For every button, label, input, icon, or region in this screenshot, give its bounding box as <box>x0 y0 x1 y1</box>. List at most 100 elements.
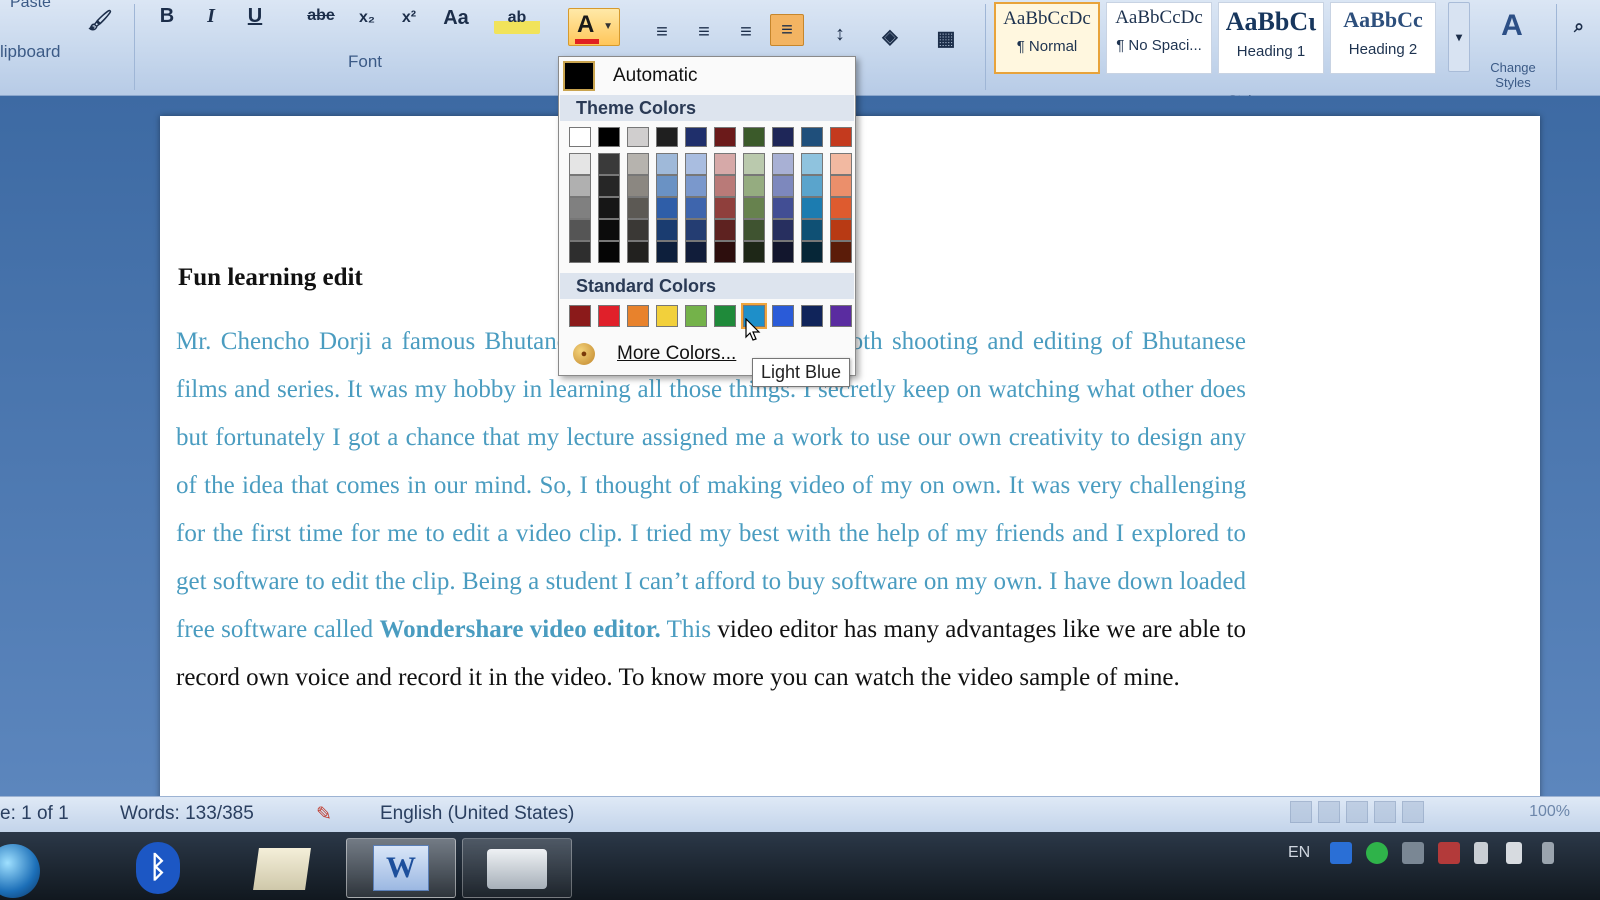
align-right-icon[interactable]: ≡ <box>730 16 762 48</box>
word-taskbar-button[interactable]: W <box>346 838 456 898</box>
theme-color-shade[interactable] <box>627 241 649 263</box>
antivirus-icon[interactable] <box>1366 842 1388 864</box>
theme-color-swatch[interactable] <box>714 127 736 147</box>
alert-icon[interactable] <box>1438 842 1460 864</box>
theme-color-swatch[interactable] <box>569 127 591 147</box>
theme-color-shade[interactable] <box>569 175 591 197</box>
volume-icon[interactable] <box>1474 842 1488 864</box>
theme-color-shade[interactable] <box>598 219 620 241</box>
theme-color-swatch[interactable] <box>598 127 620 147</box>
theme-color-shade[interactable] <box>743 197 765 219</box>
theme-color-shade[interactable] <box>569 241 591 263</box>
theme-color-shade[interactable] <box>714 219 736 241</box>
theme-color-shade[interactable] <box>743 241 765 263</box>
theme-color-swatch[interactable] <box>772 127 794 147</box>
standard-color-swatch[interactable] <box>569 305 591 327</box>
language-indicator[interactable]: English (United States) <box>380 803 574 825</box>
theme-color-shade[interactable] <box>772 219 794 241</box>
underline-button[interactable]: U <box>240 0 270 32</box>
theme-color-shade[interactable] <box>656 153 678 175</box>
standard-color-swatch[interactable] <box>685 305 707 327</box>
subscript-button[interactable]: x₂ <box>350 2 384 34</box>
theme-color-swatch[interactable] <box>801 127 823 147</box>
theme-color-shade[interactable] <box>714 197 736 219</box>
chevron-down-icon[interactable]: ▼ <box>603 21 613 32</box>
bluetooth-icon[interactable]: ᛒ <box>128 838 188 898</box>
standard-color-swatch[interactable] <box>714 305 736 327</box>
bold-button[interactable]: B <box>152 0 182 32</box>
theme-color-shade[interactable] <box>685 219 707 241</box>
theme-color-shade[interactable] <box>743 219 765 241</box>
theme-color-shade[interactable] <box>656 175 678 197</box>
theme-color-shade[interactable] <box>772 153 794 175</box>
styles-scroll-icon[interactable]: ▾ <box>1448 2 1470 72</box>
theme-color-swatch[interactable] <box>685 127 707 147</box>
theme-color-swatch[interactable] <box>656 127 678 147</box>
superscript-button[interactable]: x² <box>392 2 426 34</box>
outline-icon[interactable] <box>1374 801 1396 823</box>
paste-label[interactable]: Paste <box>10 0 51 12</box>
theme-color-shade[interactable] <box>801 175 823 197</box>
theme-color-shade[interactable] <box>627 175 649 197</box>
zoom-level[interactable]: 100% <box>1529 803 1570 821</box>
theme-color-shade[interactable] <box>627 219 649 241</box>
theme-color-shade[interactable] <box>714 175 736 197</box>
word-count[interactable]: Words: 133/385 <box>120 803 254 825</box>
align-center-icon[interactable]: ≡ <box>688 16 720 48</box>
standard-color-swatch[interactable] <box>801 305 823 327</box>
theme-color-shade[interactable] <box>743 175 765 197</box>
standard-color-swatch[interactable] <box>772 305 794 327</box>
theme-color-shade[interactable] <box>830 153 852 175</box>
style-normal[interactable]: AaBbCcDc ¶ Normal <box>994 2 1100 74</box>
line-spacing-icon[interactable]: ↕ <box>818 18 862 50</box>
shading-icon[interactable]: ◈ <box>870 20 910 52</box>
theme-color-shade[interactable] <box>830 197 852 219</box>
font-color-button[interactable]: A ▼ <box>568 8 620 46</box>
standard-color-swatch[interactable] <box>627 305 649 327</box>
theme-color-shade[interactable] <box>801 153 823 175</box>
theme-color-shade[interactable] <box>801 219 823 241</box>
print-layout-icon[interactable] <box>1290 801 1312 823</box>
theme-color-shade[interactable] <box>685 175 707 197</box>
justify-icon[interactable]: ≡ <box>770 14 804 46</box>
standard-color-swatch[interactable] <box>656 305 678 327</box>
start-button[interactable] <box>0 844 40 898</box>
page-count[interactable]: e: 1 of 1 <box>0 803 69 825</box>
theme-color-shade[interactable] <box>772 241 794 263</box>
change-styles-label[interactable]: Change Styles <box>1478 60 1548 90</box>
change-case-button[interactable]: Aa <box>436 2 476 34</box>
web-layout-icon[interactable] <box>1346 801 1368 823</box>
change-styles-icon[interactable]: A <box>1480 6 1544 46</box>
usb-icon[interactable] <box>1402 842 1424 864</box>
theme-color-swatch[interactable] <box>627 127 649 147</box>
theme-color-shade[interactable] <box>801 197 823 219</box>
find-icon[interactable]: ⌕ <box>1562 10 1596 42</box>
highlight-button[interactable]: ab <box>494 2 540 34</box>
power-icon[interactable] <box>1542 842 1554 864</box>
theme-color-shade[interactable] <box>714 241 736 263</box>
theme-color-shade[interactable] <box>656 219 678 241</box>
strikethrough-button[interactable]: abe <box>300 0 342 32</box>
full-screen-reading-icon[interactable] <box>1318 801 1340 823</box>
style-heading-1[interactable]: AaBbCι Heading 1 <box>1218 2 1324 74</box>
align-left-icon[interactable]: ≡ <box>646 16 678 48</box>
theme-color-swatch[interactable] <box>830 127 852 147</box>
theme-color-shade[interactable] <box>743 153 765 175</box>
standard-color-swatch[interactable] <box>830 305 852 327</box>
theme-color-shade[interactable] <box>772 175 794 197</box>
theme-color-shade[interactable] <box>569 153 591 175</box>
format-painter-icon[interactable]: 🖌 <box>80 4 120 36</box>
theme-color-shade[interactable] <box>569 197 591 219</box>
action-center-flag-icon[interactable] <box>1506 842 1522 864</box>
input-language[interactable]: EN <box>1288 844 1310 862</box>
theme-color-shade[interactable] <box>830 241 852 263</box>
italic-button[interactable]: I <box>196 0 226 32</box>
style-heading-2[interactable]: AaBbCc Heading 2 <box>1330 2 1436 74</box>
theme-color-shade[interactable] <box>685 197 707 219</box>
theme-color-shade[interactable] <box>627 197 649 219</box>
theme-color-shade[interactable] <box>685 241 707 263</box>
theme-color-shade[interactable] <box>801 241 823 263</box>
draft-icon[interactable] <box>1402 801 1424 823</box>
theme-color-shade[interactable] <box>656 197 678 219</box>
proofing-icon[interactable]: ✎ <box>316 803 332 826</box>
